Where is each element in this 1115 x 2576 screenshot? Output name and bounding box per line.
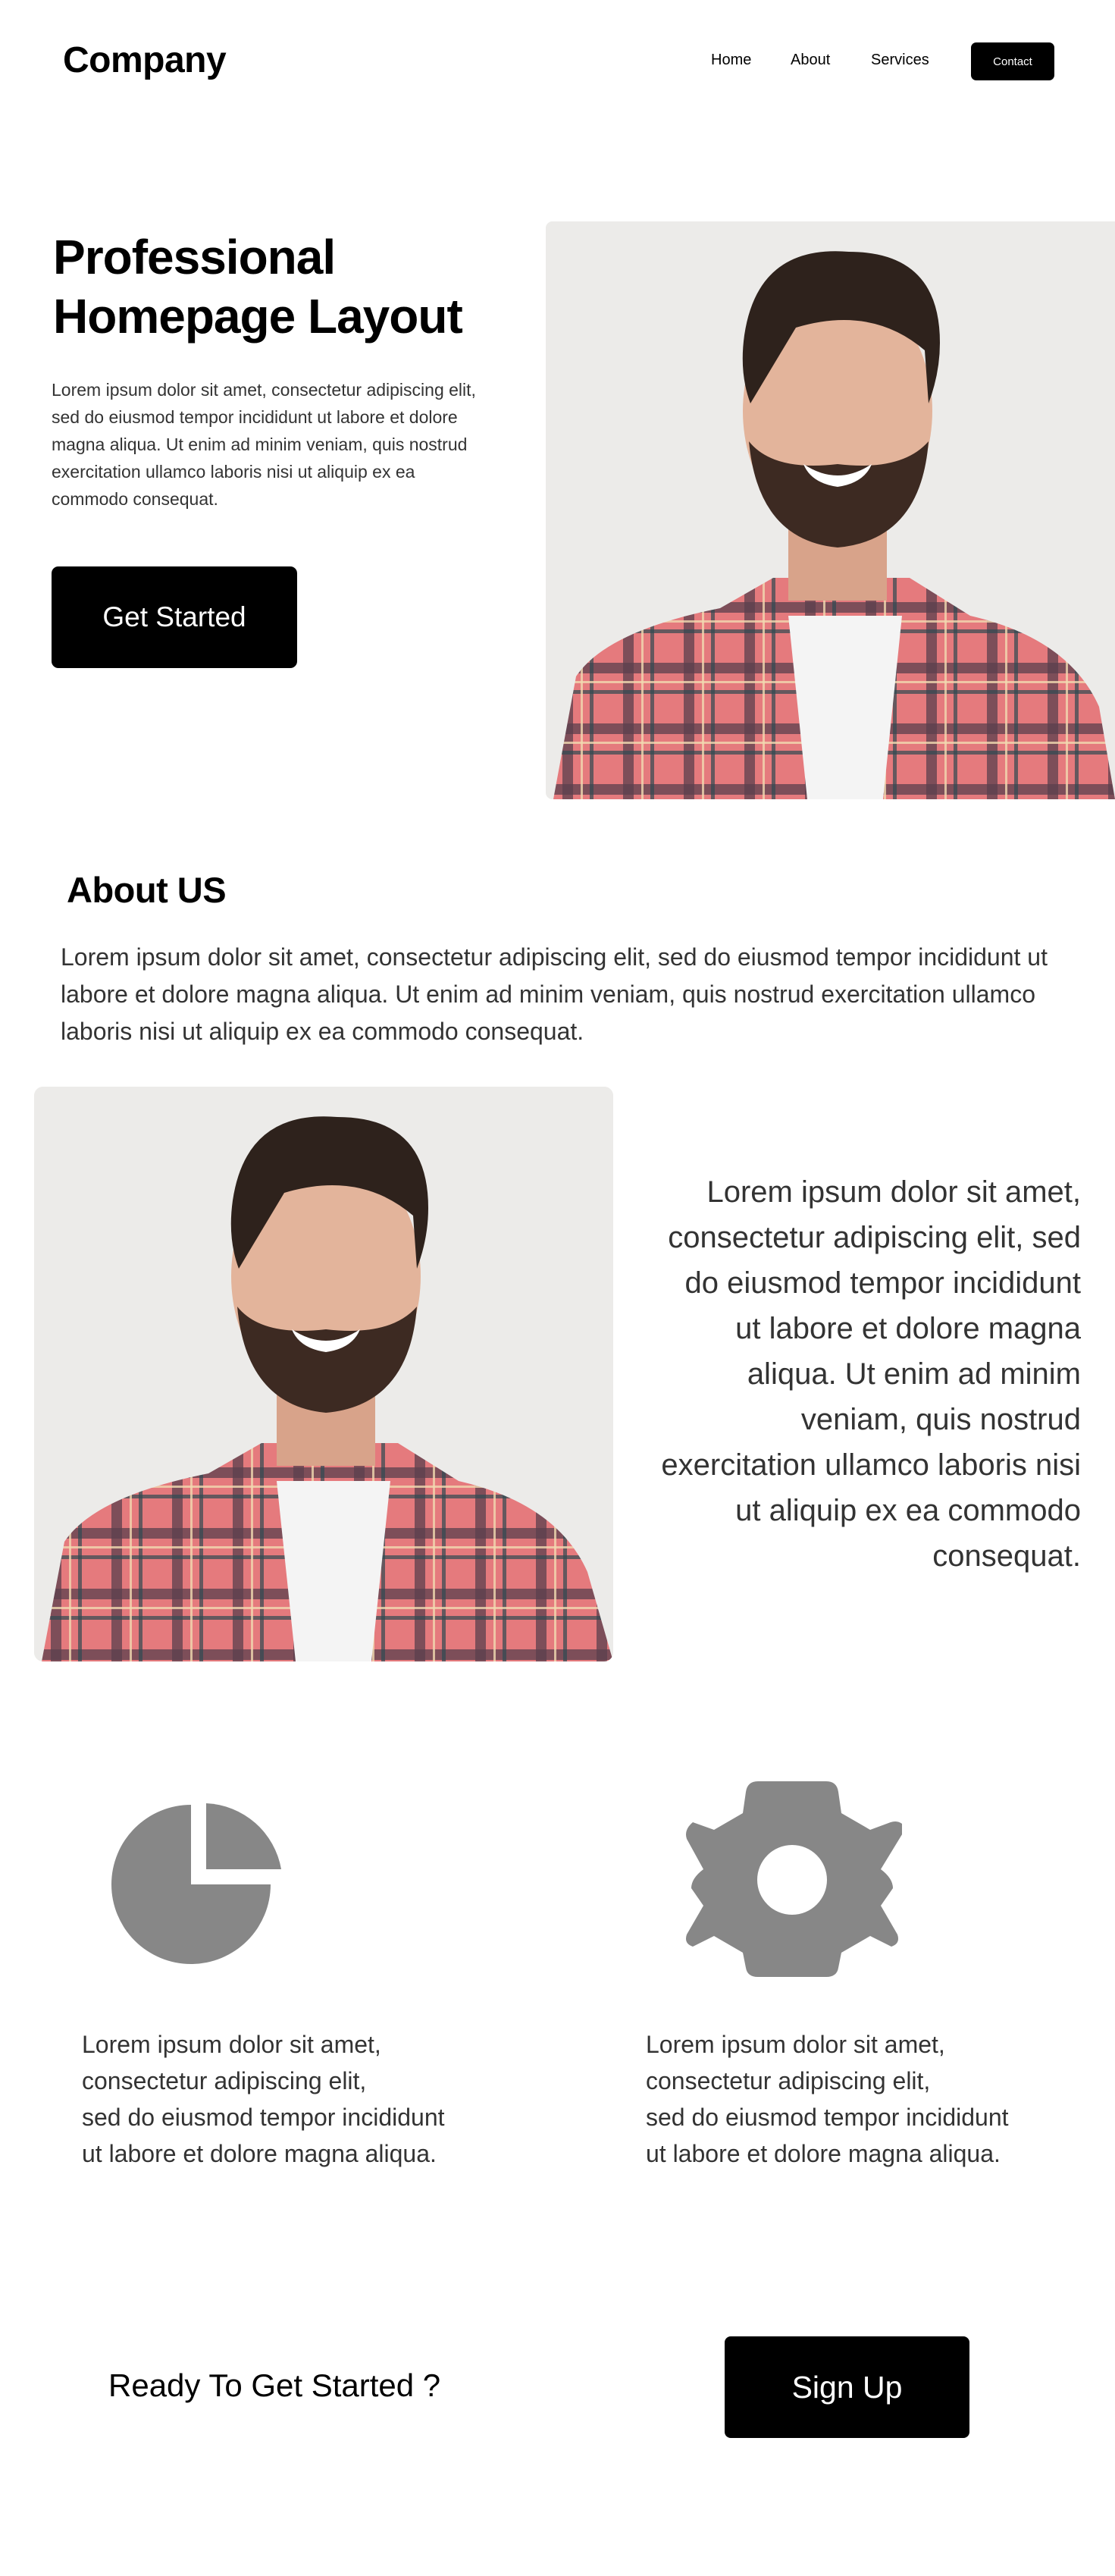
hero-description: Lorem ipsum dolor sit amet, consectetur … <box>52 380 476 509</box>
hero-title-line-2: Homepage Layout <box>53 289 463 344</box>
hero-title-line-1: Professional <box>53 230 336 284</box>
company-logo[interactable]: Company <box>63 39 227 81</box>
nav-link-about[interactable]: About <box>791 52 830 69</box>
ready-heading: Ready To Get Started ? <box>108 2367 441 2403</box>
pie-chart-icon <box>111 1799 286 1973</box>
gear-icon <box>682 1778 906 1979</box>
nav-link-home[interactable]: Home <box>711 52 751 69</box>
portrait-illustration <box>546 221 1115 799</box>
feature-text-line: ut labore et dolore magna aliqua. <box>82 2140 437 2167</box>
feature-text-line: consectetur adipiscing elit, <box>82 2067 367 2094</box>
feature-text-line: Lorem ipsum dolor sit amet, <box>646 2031 945 2058</box>
feature-text-line: sed do eiusmod tempor incididunt <box>646 2104 1009 2131</box>
about-side-text: Lorem ipsum dolor sit amet, consectetur … <box>661 1175 1081 1573</box>
feature-text-line: Lorem ipsum dolor sit amet, <box>82 2031 381 2058</box>
get-started-button[interactable]: Get Started <box>52 566 297 668</box>
portrait-illustration <box>34 1087 613 1661</box>
nav-link-services[interactable]: Services <box>871 52 929 69</box>
feature-text: Lorem ipsum dolor sit amet, consectetur … <box>82 2026 537 2172</box>
feature-text: Lorem ipsum dolor sit amet, consectetur … <box>646 2026 1101 2172</box>
feature-text-line: ut labore et dolore magna aliqua. <box>646 2140 1001 2167</box>
about-title: About US <box>67 870 227 910</box>
contact-button[interactable]: Contact <box>971 42 1054 80</box>
site-header: Company Home About Services Contact <box>0 0 1115 125</box>
hero-title: Professional Homepage Layout <box>53 227 508 346</box>
about-description: Lorem ipsum dolor sit amet, consectetur … <box>61 943 1048 1045</box>
sign-up-button[interactable]: Sign Up <box>725 2336 969 2438</box>
about-portrait-image <box>34 1087 613 1661</box>
hero-portrait-image <box>546 221 1115 799</box>
feature-text-line: consectetur adipiscing elit, <box>646 2067 931 2094</box>
feature-text-line: sed do eiusmod tempor incididunt <box>82 2104 445 2131</box>
